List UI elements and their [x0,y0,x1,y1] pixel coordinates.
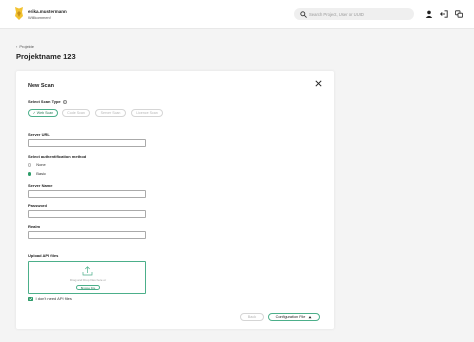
password-label: Password [28,203,47,208]
info-icon[interactable]: i [62,99,67,104]
user-name: erika.mustermann [28,9,67,14]
page-title: Projektname 123 [16,52,76,61]
server-url-label: Server URL [28,132,50,137]
back-button[interactable]: Back [240,313,264,321]
server-url-input[interactable] [28,139,146,147]
breadcrumb[interactable]: ‹ Projekte [16,44,34,49]
breadcrumb-label: Projekte [19,44,35,49]
server-name-input[interactable] [28,190,146,198]
modal-title: New Scan [28,83,54,89]
server-name-label: Server Name [28,183,53,188]
search-icon [300,10,307,18]
top-bar: erika.mustermann Willkommen! [0,0,474,29]
configuration-file-label: Configuration File [275,315,306,319]
checkbox-checked-icon [28,296,33,302]
dropzone-hint: Drag and Drop files here or [69,278,107,282]
upload-icon [82,266,93,276]
no-api-files-label: I don't need API files [35,296,72,301]
search-bar[interactable] [294,8,414,20]
new-scan-modal: New Scan Select Scan Type i ✓ Web Scan Co… [16,71,334,329]
realm-label: Realm [28,224,41,229]
user-icon[interactable] [425,10,433,18]
logout-icon[interactable] [440,10,448,18]
file-dropzone[interactable]: Drag and Drop files here or Browse File [28,261,146,294]
configuration-file-button[interactable]: Configuration File [268,313,320,321]
radio-selected-icon [28,172,32,176]
browse-file-button[interactable]: Browse File [76,285,100,290]
chevron-left-icon: ‹ [16,44,18,49]
scan-type-label-text: Select Scan Type [28,99,61,104]
logo-icon [15,7,23,20]
language-icon[interactable] [455,10,463,18]
radio-unselected-icon [28,163,32,167]
upload-arrow-icon [309,316,312,319]
upload-label: Upload API files [28,253,59,258]
check-icon: ✓ [32,111,36,115]
scan-type-web-label: Web Scan [36,111,54,115]
realm-input[interactable] [28,231,146,239]
scan-type-code[interactable]: Code Scan [62,109,90,117]
no-api-files-checkbox[interactable]: I don't need API files [28,296,72,302]
scan-type-label: Select Scan Type i [28,99,67,104]
search-input[interactable] [309,8,409,20]
scan-type-web[interactable]: ✓ Web Scan [28,109,58,117]
auth-option-basic-label: Basic [36,171,46,176]
auth-option-none[interactable]: None [28,162,46,167]
password-input[interactable] [28,210,146,218]
auth-option-basic[interactable]: Basic [28,171,46,176]
close-icon[interactable] [315,80,322,87]
scan-type-server[interactable]: Server Scan [95,109,126,117]
auth-method-label: Select authentification method [28,154,87,159]
auth-option-none-label: None [36,162,46,167]
welcome-text: Willkommen! [28,14,51,20]
scan-type-licence[interactable]: Licence Scan [131,109,163,117]
